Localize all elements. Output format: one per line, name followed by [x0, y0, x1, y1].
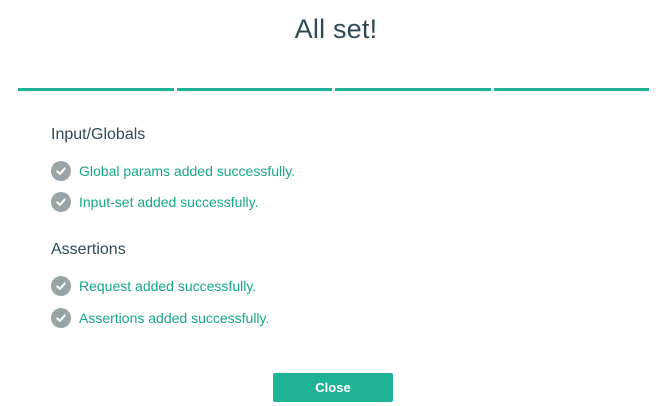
status-item: Assertions added successfully.: [51, 308, 269, 328]
section-title-assertions: Assertions: [51, 241, 126, 258]
status-item-label: Input-set added successfully.: [79, 194, 259, 210]
check-circle-icon: [51, 192, 71, 212]
status-item-label: Global params added successfully.: [79, 163, 296, 179]
check-circle-icon: [51, 161, 71, 181]
progress-step: [493, 88, 649, 91]
progress-bar: [18, 88, 649, 91]
status-item-label: Request added successfully.: [79, 278, 257, 294]
progress-step: [335, 88, 491, 91]
check-circle-icon: [51, 276, 71, 296]
progress-step: [176, 88, 332, 91]
section-title-input-globals: Input/Globals: [51, 126, 146, 143]
dialog-title: All set!: [294, 14, 378, 44]
status-item-label: Assertions added successfully.: [79, 310, 270, 326]
progress-step: [18, 88, 174, 91]
check-circle-icon: [51, 308, 71, 328]
status-item: Request added successfully.: [51, 276, 256, 296]
status-item: Global params added successfully.: [51, 161, 295, 181]
status-item: Input-set added successfully.: [51, 192, 259, 212]
success-dialog: All set! Input/Globals Global params add…: [0, 0, 672, 406]
close-button[interactable]: Close: [273, 373, 393, 402]
